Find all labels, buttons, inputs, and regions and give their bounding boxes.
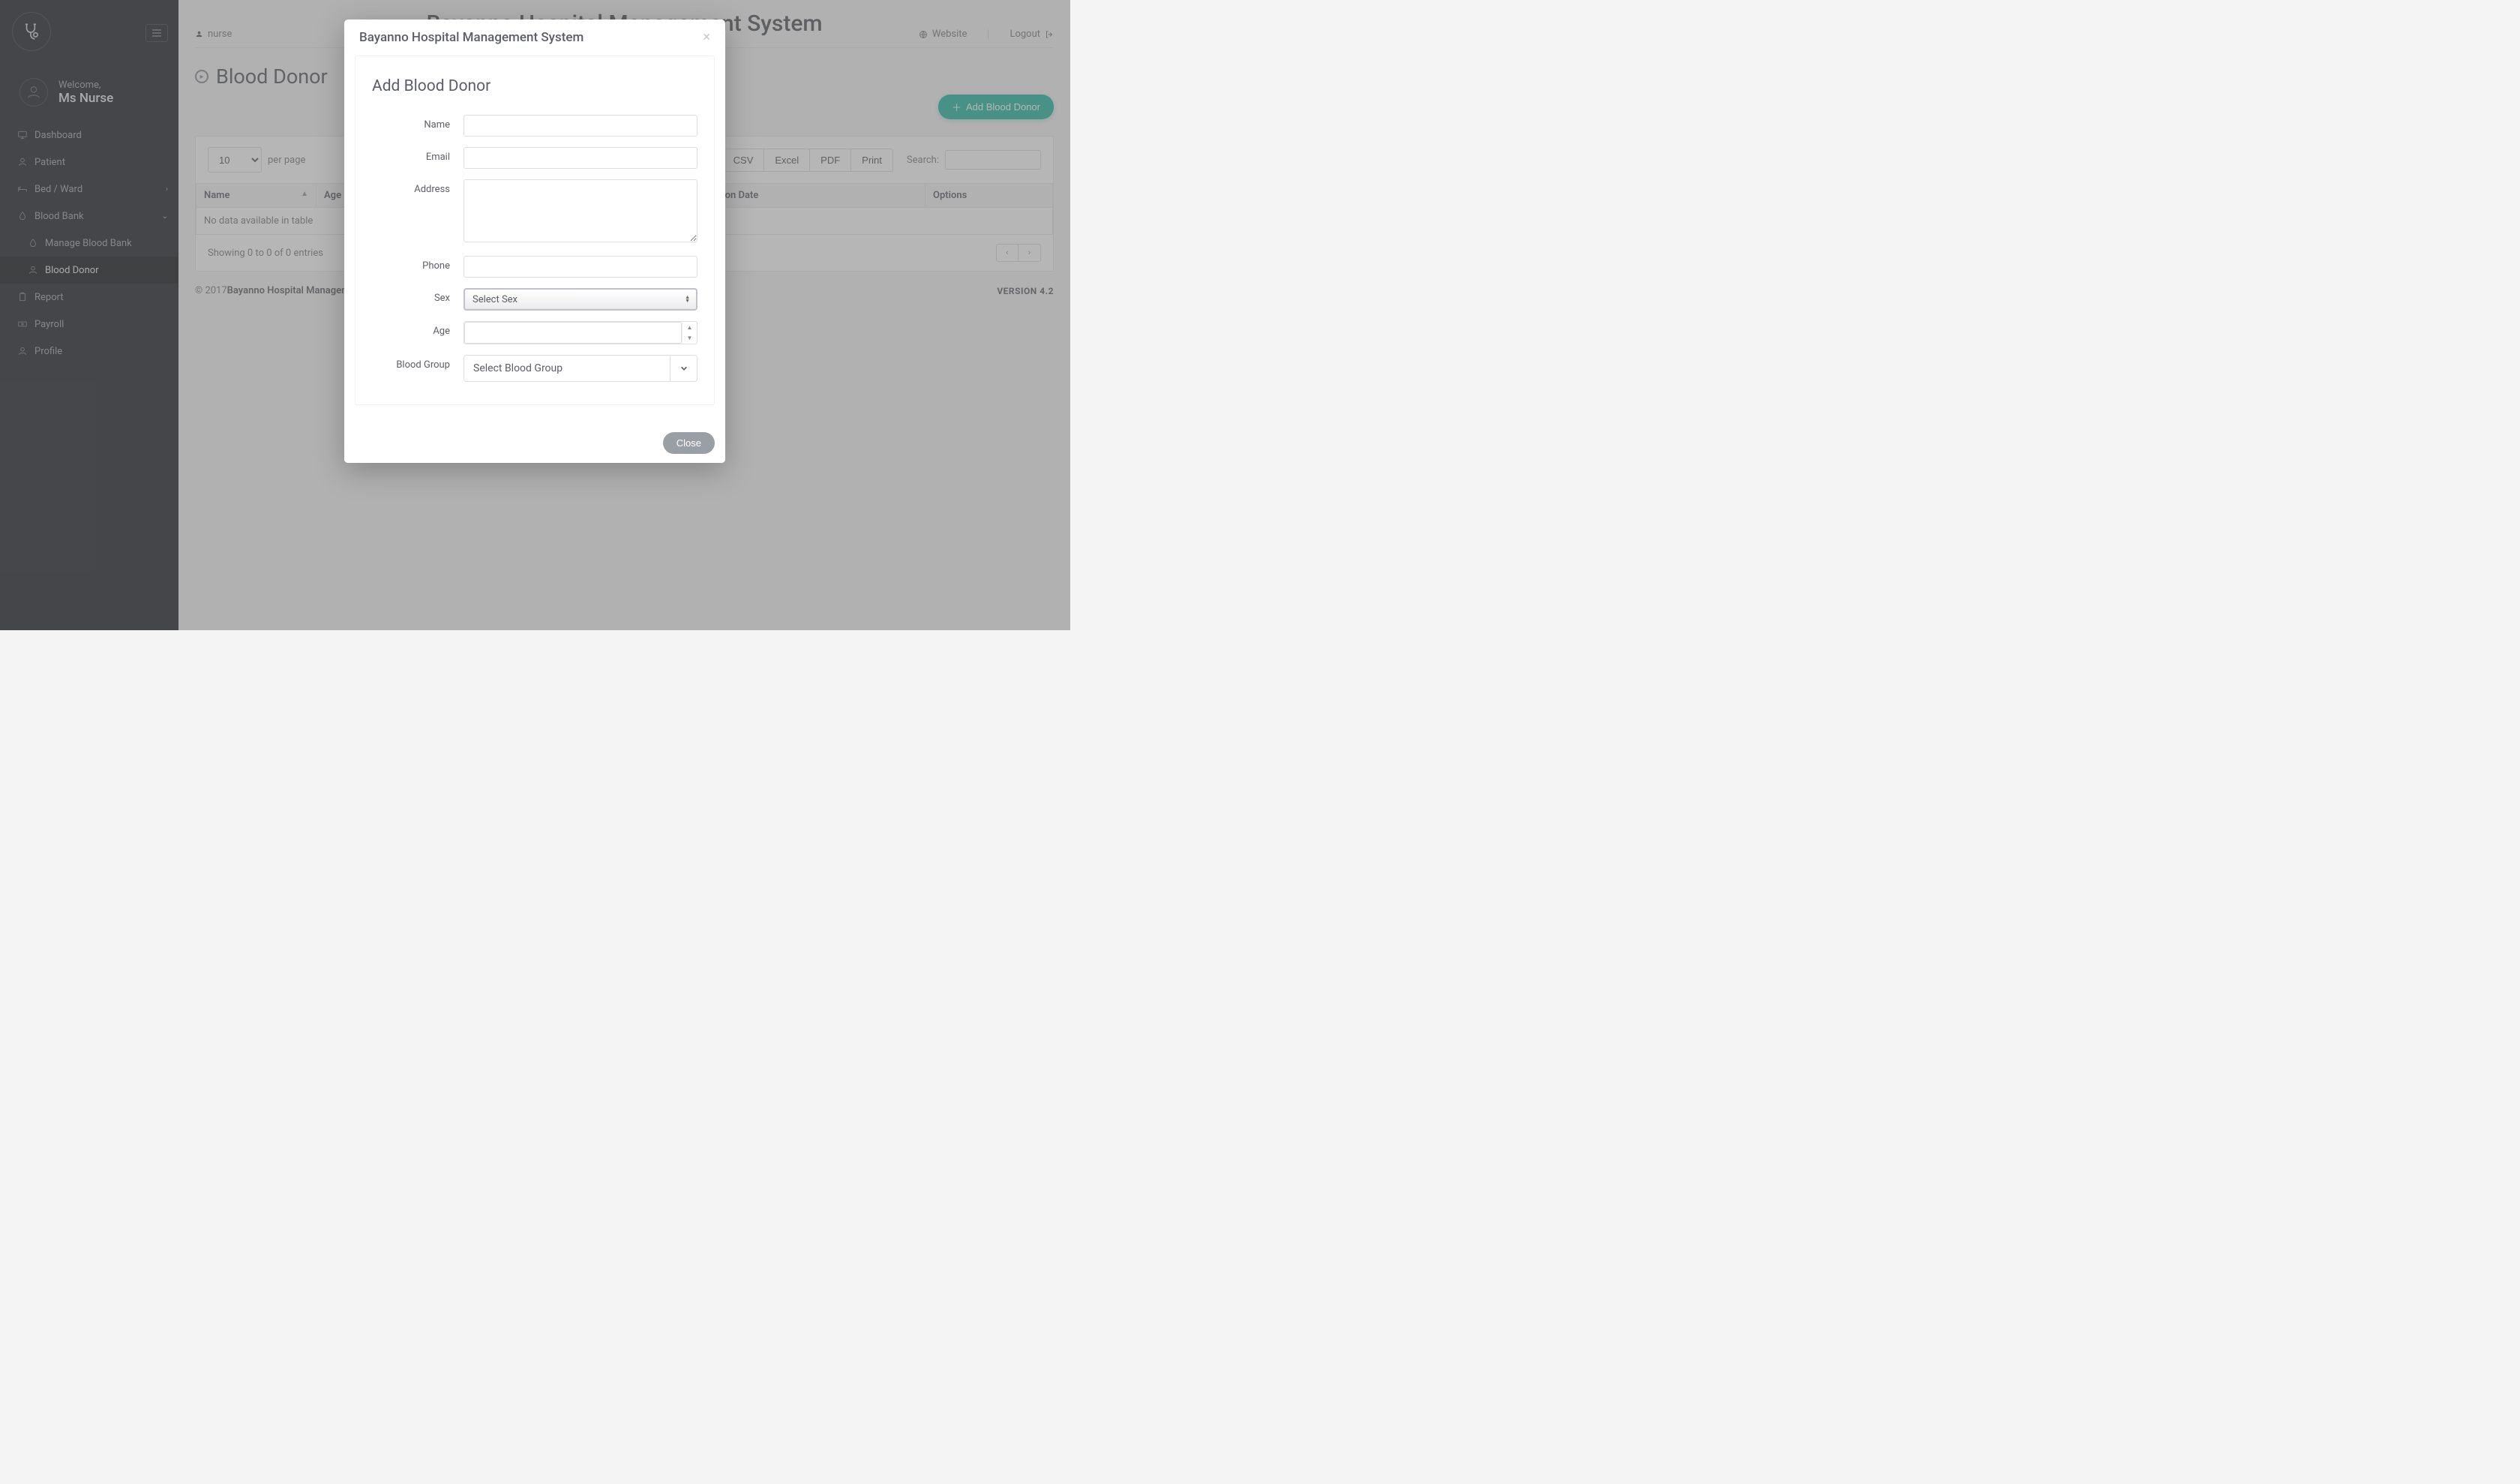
label-blood-group: Blood Group [372, 355, 464, 371]
input-name[interactable] [464, 115, 698, 137]
age-increment-button[interactable]: ▲ [682, 322, 697, 333]
modal-header-title: Bayanno Hospital Management System [359, 30, 584, 45]
add-donor-modal: Bayanno Hospital Management System × Add… [344, 20, 725, 463]
input-age[interactable] [464, 322, 682, 344]
input-email[interactable] [464, 147, 698, 169]
select-blood-group-toggle[interactable] [670, 356, 697, 381]
input-age-wrap: ▲ ▼ [464, 321, 698, 344]
label-age: Age [372, 321, 464, 337]
label-name: Name [372, 115, 464, 131]
updown-icon: ▲▼ [685, 296, 690, 303]
select-sex-value: Select Sex [472, 294, 518, 305]
select-sex[interactable]: Select Sex ▲▼ [464, 288, 698, 311]
select-blood-group-value: Select Blood Group [464, 356, 670, 381]
label-sex: Sex [372, 288, 464, 304]
input-phone[interactable] [464, 256, 698, 278]
modal-close-button[interactable]: × [703, 31, 710, 44]
select-blood-group[interactable]: Select Blood Group [464, 355, 698, 382]
label-address: Address [372, 179, 464, 195]
label-phone: Phone [372, 256, 464, 272]
input-address[interactable] [464, 179, 698, 242]
chevron-down-icon [680, 365, 688, 372]
age-decrement-button[interactable]: ▼ [682, 333, 697, 344]
modal-card-title: Add Blood Donor [372, 77, 698, 95]
modal-close-footer-button[interactable]: Close [663, 432, 715, 454]
label-email: Email [372, 147, 464, 163]
